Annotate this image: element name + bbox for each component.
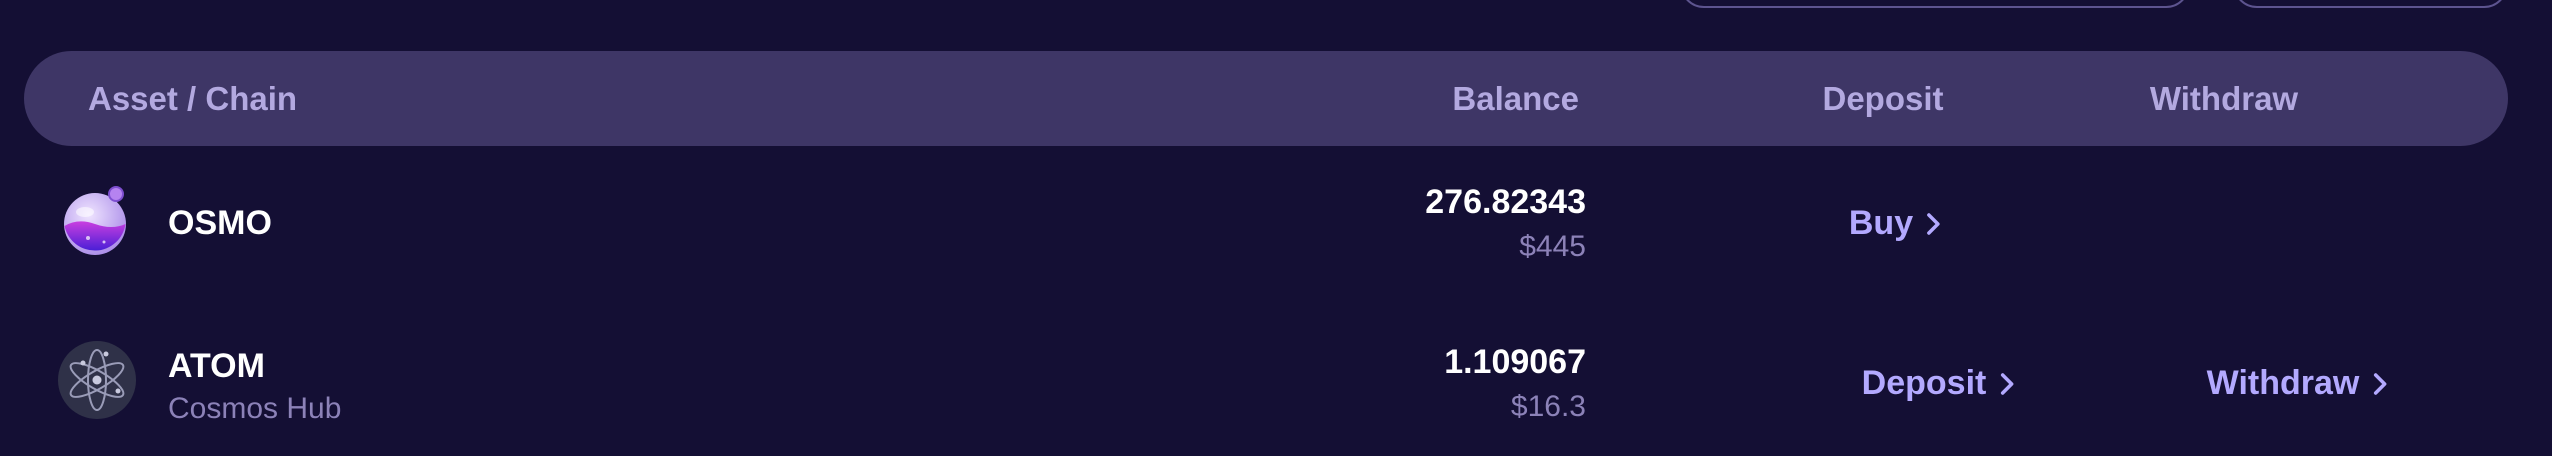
chevron-right-icon [2000, 372, 2014, 395]
deposit-label: Deposit [1861, 364, 1987, 402]
asset-symbol: ATOM [168, 347, 265, 385]
balance-amount: 276.82343 [1425, 183, 1586, 221]
chevron-right-icon [2373, 372, 2387, 395]
asset-symbol: OSMO [168, 204, 272, 242]
balance-fiat-value: $445 [1519, 230, 1586, 263]
column-header-deposit: Deposit [1822, 80, 1944, 117]
buy-label: Buy [1848, 204, 1914, 242]
balance-amount: 1.109067 [1444, 343, 1586, 381]
asset-chain-name: Cosmos Hub [168, 392, 342, 425]
column-header-asset-chain[interactable]: Asset / Chain [88, 51, 297, 146]
withdraw-atom-button[interactable]: Withdraw [2207, 364, 2392, 403]
chevron-right-icon [1927, 212, 1940, 235]
balance-fiat-value: $16.3 [1510, 390, 1586, 423]
column-header-balance[interactable]: Balance [1452, 51, 1579, 146]
table-row-atom[interactable]: ATOM Cosmos Hub 1.109067 $16.3 Deposit W… [24, 305, 2508, 455]
deposit-atom-button[interactable]: Deposit [1862, 364, 2019, 403]
column-header-withdraw: Withdraw [2149, 80, 2299, 117]
table-row-osmo[interactable]: OSMO 276.82343 $445 Buy [24, 150, 2508, 300]
buy-osmo-button[interactable]: Buy [1849, 204, 1945, 243]
filter-toggle-edge[interactable] [2233, 0, 2508, 8]
cosmos-atom-logo-icon [58, 341, 136, 419]
osmosis-logo-icon [64, 186, 126, 255]
withdraw-label: Withdraw [2206, 364, 2360, 402]
assets-table-header: Asset / Chain Balance Deposit Withdraw [24, 51, 2508, 146]
search-field-edge[interactable] [1680, 0, 2190, 8]
